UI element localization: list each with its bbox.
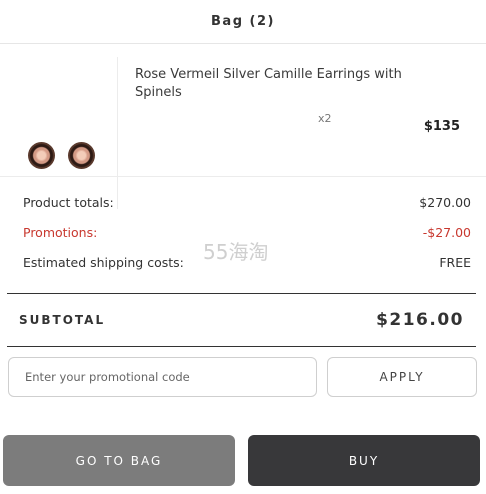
subtotal-value: $216.00: [376, 310, 464, 330]
promotions-label: Promotions:: [23, 225, 98, 240]
product-quantity: x2: [318, 112, 332, 125]
apply-promo-button[interactable]: APPLY: [327, 357, 477, 397]
promotions-value: -$27.00: [422, 225, 471, 240]
product-totals-value: $270.00: [419, 195, 471, 210]
subtotal-bar: SUBTOTAL $216.00: [7, 293, 476, 347]
bag-item: Rose Vermeil Silver Camille Earrings wit…: [0, 45, 486, 209]
go-to-bag-button[interactable]: GO TO BAG: [3, 435, 235, 486]
watermark: 55海淘: [203, 240, 269, 264]
product-price: $135: [423, 119, 460, 134]
bag-header: Bag (2): [0, 0, 486, 44]
product-thumbnail[interactable]: [14, 57, 118, 209]
promo-code-input[interactable]: [8, 357, 317, 397]
subtotal-label: SUBTOTAL: [19, 313, 106, 327]
bag-title: Bag (2): [211, 14, 275, 29]
shipping-label: Estimated shipping costs:: [23, 255, 184, 270]
product-name[interactable]: Rose Vermeil Silver Camille Earrings wit…: [135, 66, 425, 102]
earring-right-image: [68, 142, 95, 169]
buy-button[interactable]: BUY: [248, 435, 480, 486]
product-totals-row: Product totals: $270.00: [23, 195, 471, 210]
product-totals-label: Product totals:: [23, 195, 114, 210]
shipping-value: FREE: [439, 255, 471, 270]
earring-left-image: [28, 142, 55, 169]
